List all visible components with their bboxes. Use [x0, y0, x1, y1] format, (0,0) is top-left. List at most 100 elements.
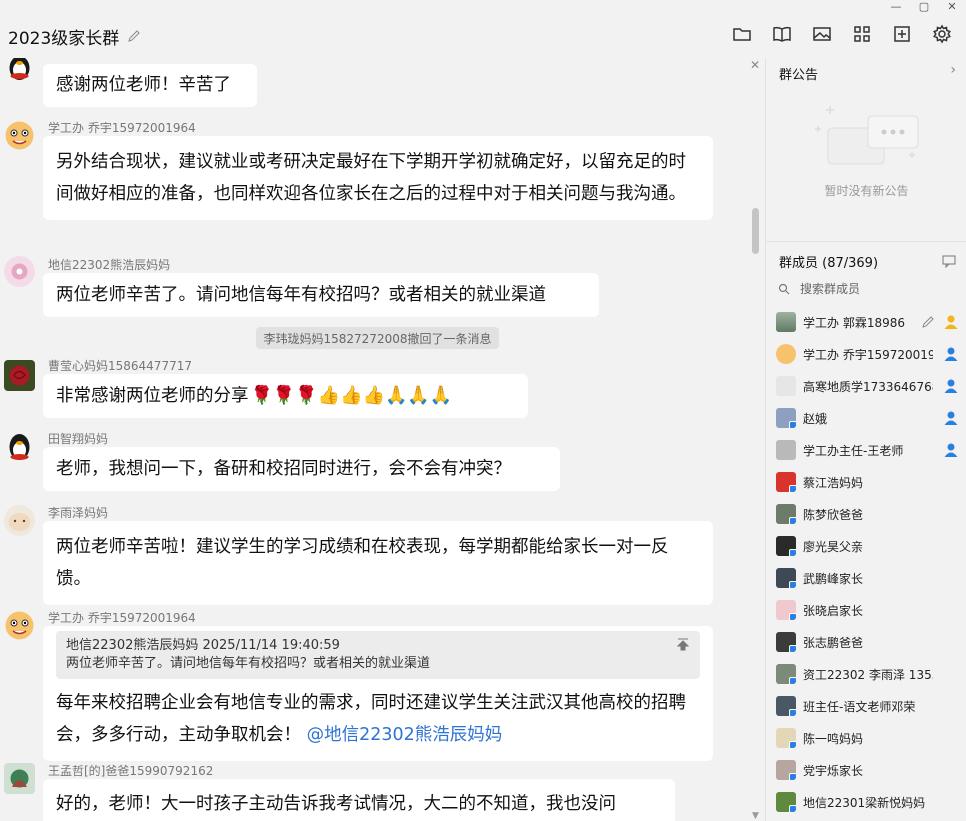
member-row[interactable]: 党宇烁家长: [766, 754, 966, 786]
maximize-icon[interactable]: ▢: [910, 0, 938, 14]
admin-user-icon: [944, 347, 958, 361]
message-bubble[interactable]: 好的，老师！大一时孩子主动告诉我考试情况，大二的不知道，我也没问: [43, 779, 675, 821]
member-name: 党宇烁家长: [803, 763, 864, 778]
member-avatar: [776, 632, 796, 652]
message-text: 非常感谢两位老师的分享: [56, 386, 249, 406]
notice-title[interactable]: 群公告: [779, 64, 818, 83]
member-name: 地信22301梁新悦妈妈: [803, 795, 926, 810]
message-bubble[interactable]: 两位老师辛苦了。请问地信每年有校招吗？或者相关的就业渠道: [43, 273, 599, 317]
member-row[interactable]: 陈一鸣妈妈: [766, 722, 966, 754]
pink-flower-avatar[interactable]: [4, 256, 35, 287]
green-photo-avatar[interactable]: [4, 763, 35, 794]
member-row[interactable]: 高寒地质学17336467681: [766, 370, 966, 402]
member-row[interactable]: 武鹏峰家长: [766, 562, 966, 594]
penguin-avatar[interactable]: [4, 58, 35, 81]
sender-name: 王孟哲[的]爸爸15990792162: [48, 764, 214, 778]
message-bubble[interactable]: 老师，我想问一下，备研和校招同时进行，会不会有冲突？: [43, 447, 560, 491]
member-search[interactable]: 搜索群成员: [778, 280, 860, 297]
member-name: 班主任-语文老师邓荣: [803, 699, 916, 714]
member-row[interactable]: 地信22301梁新悦妈妈: [766, 786, 966, 818]
member-avatar: [776, 440, 796, 460]
sender-name: 田智翔妈妈: [48, 432, 109, 446]
chat-window: — ▢ ✕ 2023级家长群 ✕ 感谢两位老师！辛苦了 学工办 乔宇159720…: [0, 0, 966, 821]
member-list: 学工办 郭霖18986 学工办 乔宇1597200196 高寒地质学173364…: [766, 306, 966, 818]
member-row[interactable]: 学工办 郭霖18986: [766, 306, 966, 338]
member-row[interactable]: 蔡江浩妈妈: [766, 466, 966, 498]
member-avatar: [776, 408, 796, 428]
scroll-down-arrow-icon[interactable]: ▼: [752, 811, 759, 821]
message-bubble[interactable]: 非常感谢两位老师的分享 🌹🌹🌹👍👍👍🙏🙏🙏: [43, 374, 528, 418]
close-icon[interactable]: ✕: [938, 0, 966, 14]
member-row[interactable]: 张志鹏爸爸: [766, 626, 966, 658]
member-avatar: [776, 536, 796, 556]
folder-icon[interactable]: [732, 24, 752, 44]
edit-pencil-icon[interactable]: [921, 315, 935, 329]
sender-name: 学工办 乔宇15972001964: [48, 121, 196, 135]
member-row[interactable]: 学工办 乔宇1597200196: [766, 338, 966, 370]
member-name: 资工22302 李雨泽 1355187: [803, 667, 933, 682]
empty-notice-illustration-icon: [815, 106, 919, 165]
sender-name: 地信22302熊浩辰妈妈: [48, 258, 171, 272]
member-row[interactable]: 张晓启家长: [766, 594, 966, 626]
chevron-right-icon[interactable]: ›: [950, 62, 956, 78]
member-row[interactable]: 学工办主任-王老师: [766, 434, 966, 466]
message-bubble[interactable]: 感谢两位老师！辛苦了: [43, 64, 257, 107]
member-row[interactable]: 陈梦欣爸爸: [766, 498, 966, 530]
baby-avatar[interactable]: [4, 505, 35, 536]
member-row[interactable]: 班主任-语文老师邓荣: [766, 690, 966, 722]
cartoon-face-avatar[interactable]: [4, 610, 35, 641]
member-avatar: [776, 728, 796, 748]
member-avatar: [776, 376, 796, 396]
admin-user-icon: [944, 411, 958, 425]
sender-name: 李雨泽妈妈: [48, 506, 109, 520]
search-icon: [778, 283, 790, 294]
message-bubble[interactable]: 另外结合现状，建议就业或考研决定最好在下学期开学初就确定好，以留充足的时间做好相…: [43, 136, 713, 220]
image-icon[interactable]: [812, 24, 832, 44]
member-name: 学工办主任-王老师: [803, 443, 904, 458]
member-avatar: [776, 792, 796, 812]
member-avatar: [776, 344, 796, 364]
member-avatar: [776, 568, 796, 588]
quote-header: 地信22302熊浩辰妈妈 2025/11/14 19:40:59: [66, 638, 340, 653]
chat-message-area[interactable]: ✕ 感谢两位老师！辛苦了 学工办 乔宇15972001964 另外结合现状，建议…: [0, 58, 764, 821]
member-avatar: [776, 312, 796, 332]
apps-icon[interactable]: [852, 24, 872, 44]
member-row[interactable]: 廖光昊父亲: [766, 530, 966, 562]
minimize-icon[interactable]: —: [882, 0, 910, 14]
jump-to-top-icon[interactable]: [676, 637, 690, 651]
member-name: 张晓启家长: [803, 603, 864, 618]
admin-user-icon: [944, 379, 958, 393]
quoted-message[interactable]: 地信22302熊浩辰妈妈 2025/11/14 19:40:59 两位老师辛苦了…: [56, 631, 700, 679]
chat-scrollbar[interactable]: [752, 208, 759, 254]
edit-pencil-icon[interactable]: [127, 29, 141, 43]
chat-header: 2023级家长群: [0, 14, 966, 58]
settings-icon[interactable]: [932, 24, 952, 44]
cartoon-face-avatar[interactable]: [4, 120, 35, 151]
member-name: 学工办 乔宇1597200196: [803, 347, 933, 362]
book-icon[interactable]: [772, 24, 792, 44]
divider: [766, 241, 966, 242]
member-name: 赵娥: [803, 411, 828, 426]
quote-text: 两位老师辛苦了。请问地信每年有校招吗？或者相关的就业渠道: [66, 656, 431, 671]
message-bubble[interactable]: 地信22302熊浩辰妈妈 2025/11/14 19:40:59 两位老师辛苦了…: [43, 626, 713, 761]
group-info-panel: 群公告 › 暂时没有新公告 群成员 (87/369) 搜索群成员 学工办 郭霖1…: [765, 58, 966, 821]
member-name: 高寒地质学17336467681: [803, 379, 933, 394]
header-toolbar: [732, 24, 952, 44]
close-icon[interactable]: ✕: [750, 58, 760, 72]
rose-avatar[interactable]: [4, 360, 35, 391]
member-name: 陈一鸣妈妈: [803, 731, 864, 746]
member-name: 张志鹏爸爸: [803, 635, 864, 650]
add-box-icon[interactable]: [892, 24, 912, 44]
window-controls: — ▢ ✕: [882, 0, 966, 14]
penguin-avatar[interactable]: [4, 431, 35, 462]
member-row[interactable]: 赵娥: [766, 402, 966, 434]
member-avatar: [776, 600, 796, 620]
member-manage-icon[interactable]: [942, 254, 956, 268]
members-title: 群成员 (87/369): [779, 256, 879, 271]
message-bubble[interactable]: 两位老师辛苦啦！建议学生的学习成绩和在校表现，每学期都能给家长一对一反馈。: [43, 521, 713, 605]
member-avatar: [776, 664, 796, 684]
mention-link[interactable]: @地信22302熊浩辰妈妈: [307, 725, 503, 745]
member-avatar: [776, 760, 796, 780]
member-row[interactable]: 资工22302 李雨泽 1355187: [766, 658, 966, 690]
admin-user-icon: [944, 443, 958, 457]
